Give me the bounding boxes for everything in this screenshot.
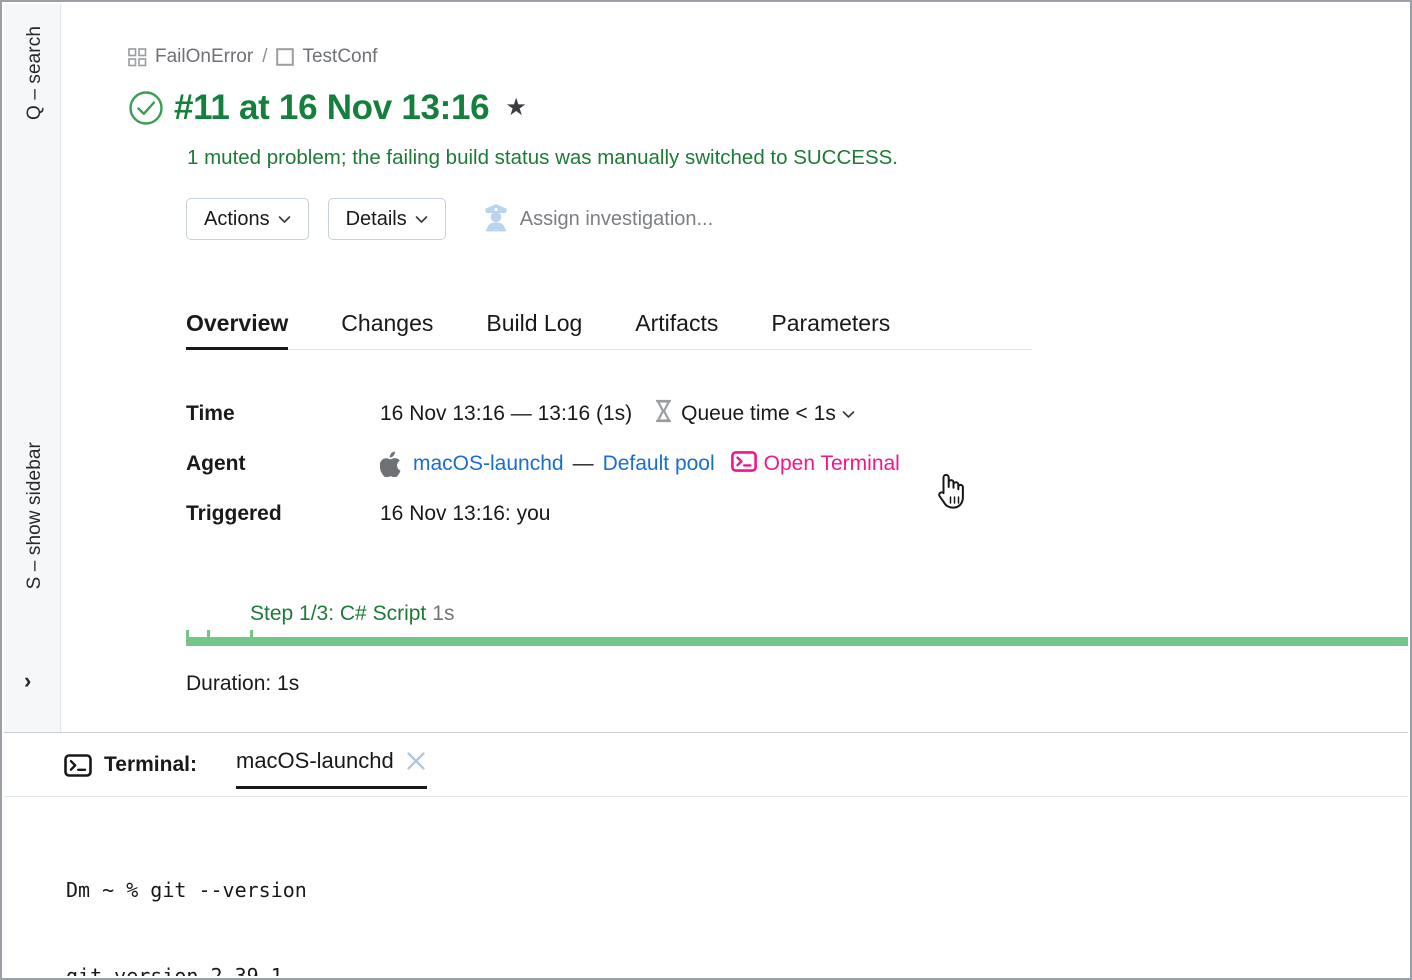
tab-changes[interactable]: Changes [341, 310, 433, 349]
build-number-title: #11 at 16 Nov 13:16 [174, 88, 489, 128]
left-rail: Q – search S – show sidebar › [4, 4, 61, 732]
agent-name-link[interactable]: macOS-launchd [413, 452, 564, 476]
teamcity-build-page: Q – search S – show sidebar › FailOnErro… [0, 0, 1412, 980]
breadcrumb-separator: / [262, 46, 267, 68]
terminal-panel-title: Terminal: [64, 753, 197, 777]
rail-search-hint[interactable]: Q – search [24, 26, 46, 120]
progress-tick [250, 630, 253, 646]
open-terminal-link[interactable]: Open Terminal [731, 451, 900, 478]
step-name: Step 1/3: C# Script [250, 602, 426, 625]
build-progress-bar[interactable] [186, 630, 1408, 646]
step-duration: 1s [432, 602, 454, 625]
breadcrumb-build-config[interactable]: TestConf [302, 46, 377, 68]
current-step-label[interactable]: Step 1/3: C# Script 1s [250, 602, 454, 626]
apple-icon [380, 451, 402, 477]
main-content: FailOnError / TestConf #11 at 16 Nov 13:… [61, 4, 1408, 732]
terminal-session-tab-label: macOS-launchd [236, 748, 394, 774]
actions-button-label: Actions [204, 208, 270, 231]
build-duration-label: Duration: 1s [186, 672, 299, 696]
terminal-session-tab[interactable]: macOS-launchd [236, 748, 427, 789]
build-status-message: 1 muted problem; the failing build statu… [187, 146, 898, 170]
breadcrumb: FailOnError / TestConf [128, 46, 377, 68]
actions-button[interactable]: Actions [186, 198, 309, 240]
info-row-triggered: Triggered 16 Nov 13:16: you [186, 489, 900, 539]
tab-overview[interactable]: Overview [186, 310, 288, 349]
terminal-line: git version 2.39.1 [66, 962, 1408, 977]
breadcrumb-project[interactable]: FailOnError [155, 46, 253, 68]
terminal-icon [731, 451, 757, 478]
details-button-label: Details [346, 208, 407, 231]
assign-investigation-label: Assign investigation... [520, 208, 713, 231]
chevron-right-icon[interactable]: › [24, 670, 31, 692]
queue-time-label: Queue time < 1s [681, 402, 836, 426]
tab-artifacts[interactable]: Artifacts [635, 310, 718, 349]
info-value-agent: macOS-launchd — Default pool Open Termin… [380, 451, 900, 478]
pointing-hand-cursor [933, 470, 967, 510]
action-toolbar: Actions Details [186, 198, 713, 240]
time-range-text: 16 Nov 13:16 — 13:16 (1s) [380, 402, 632, 426]
tab-build-log[interactable]: Build Log [486, 310, 582, 349]
progress-tick [186, 630, 189, 646]
chevron-down-icon [278, 212, 291, 226]
queue-time-toggle[interactable]: Queue time < 1s [654, 399, 855, 429]
terminal-header: Terminal: macOS-launchd [4, 733, 1408, 797]
progress-fill [186, 637, 1408, 646]
check-circle-icon [127, 89, 165, 127]
info-label-time: Time [186, 402, 380, 426]
details-button[interactable]: Details [328, 198, 446, 240]
terminal-line: Dm ~ % git --version [66, 876, 1408, 905]
hourglass-icon [654, 399, 673, 429]
terminal-icon [64, 754, 92, 777]
progress-tick [207, 630, 210, 646]
tab-parameters[interactable]: Parameters [771, 310, 890, 349]
agent-dash: — [573, 452, 594, 476]
info-label-triggered: Triggered [186, 502, 380, 526]
rail-show-sidebar-hint[interactable]: S – show sidebar [24, 442, 46, 589]
chevron-down-icon [842, 407, 855, 421]
agent-pool-link[interactable]: Default pool [603, 452, 715, 476]
info-row-agent: Agent macOS-launchd — Default pool [186, 439, 900, 489]
grid-icon [128, 48, 147, 67]
terminal-panel: Terminal: macOS-launchd Dm ~ % git --ver… [4, 732, 1408, 976]
favorite-star-icon[interactable]: ★ [505, 96, 527, 120]
terminal-panel-title-label: Terminal: [104, 753, 197, 777]
build-tabs: Overview Changes Build Log Artifacts Par… [186, 300, 1032, 350]
open-terminal-label: Open Terminal [764, 452, 900, 476]
build-info-table: Time 16 Nov 13:16 — 13:16 (1s) Queue tim… [186, 389, 900, 539]
close-icon[interactable] [405, 750, 427, 772]
info-row-time: Time 16 Nov 13:16 — 13:16 (1s) Queue tim… [186, 389, 900, 439]
terminal-output[interactable]: Dm ~ % git --version git version 2.39.1 … [4, 797, 1408, 976]
square-icon [276, 48, 294, 66]
investigator-icon [482, 202, 510, 237]
page-title: #11 at 16 Nov 13:16 ★ [127, 88, 527, 128]
info-value-time: 16 Nov 13:16 — 13:16 (1s) Queue time < 1… [380, 399, 855, 429]
assign-investigation-button[interactable]: Assign investigation... [482, 202, 713, 237]
chevron-down-icon [415, 212, 428, 226]
info-label-agent: Agent [186, 452, 380, 476]
info-value-triggered: 16 Nov 13:16: you [380, 502, 550, 526]
